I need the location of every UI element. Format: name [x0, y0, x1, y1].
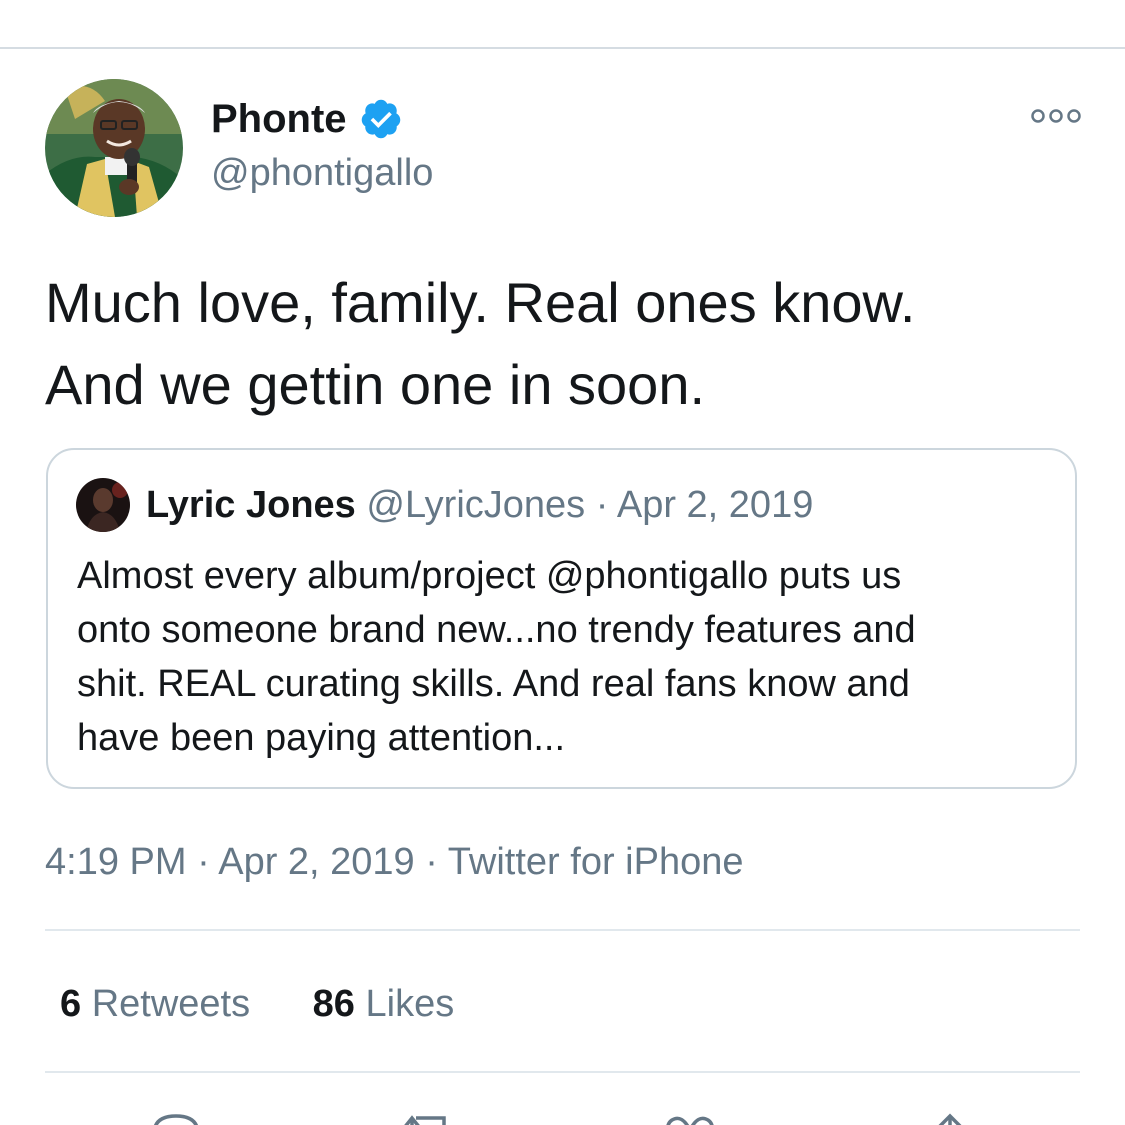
author-name[interactable]: Phonte	[211, 95, 403, 143]
author-display-name: Phonte	[211, 97, 347, 141]
share-icon[interactable]	[920, 1112, 980, 1125]
retweet-icon[interactable]	[398, 1112, 458, 1125]
likes-count: 86	[312, 983, 355, 1025]
author-avatar[interactable]	[45, 79, 183, 217]
tweet-date[interactable]: Apr 2, 2019	[218, 841, 414, 883]
more-options-icon[interactable]	[1030, 104, 1082, 128]
verified-badge-icon	[359, 97, 403, 141]
stats-top-divider	[45, 929, 1080, 931]
stats-bottom-divider	[45, 1071, 1080, 1073]
retweets-label: Retweets	[91, 983, 251, 1025]
tweet-meta: 4:19 PM · Apr 2, 2019 · Twitter for iPho…	[45, 838, 743, 886]
tweet-text-line: Much love, family. Real ones know.	[45, 271, 916, 334]
likes-label: Likes	[365, 983, 455, 1025]
quoted-author-avatar	[76, 478, 130, 532]
author-handle[interactable]: @phontigallo	[211, 150, 433, 196]
retweets-stat[interactable]: 6 Retweets	[60, 980, 250, 1028]
tweet-text-line: And we gettin one in soon.	[45, 353, 706, 416]
quoted-separator: ·	[595, 484, 609, 526]
quoted-text: Almost every album/project @phontigallo …	[77, 549, 916, 765]
quoted-date: Apr 2, 2019	[616, 484, 814, 526]
quoted-text-line: onto someone brand new...no trendy featu…	[77, 609, 916, 651]
reply-icon[interactable]	[146, 1112, 206, 1125]
tweet-time[interactable]: 4:19 PM	[45, 841, 187, 883]
tweet-detail-view: Phonte @phontigallo Much love, family. R…	[0, 0, 1125, 1125]
quoted-tweet-card[interactable]: Lyric Jones @LyricJones · Apr 2, 2019 Al…	[46, 448, 1077, 789]
top-divider	[0, 47, 1125, 49]
quoted-text-line: shit. REAL curating skills. And real fan…	[77, 663, 910, 705]
tweet-stats: 6 Retweets 86 Likes	[60, 980, 454, 1028]
quoted-text-line: Almost every album/project @phontigallo …	[77, 555, 902, 597]
retweets-count: 6	[60, 983, 82, 1025]
tweet-text: Much love, family. Real ones know. And w…	[45, 262, 1085, 426]
heart-icon[interactable]	[660, 1112, 720, 1125]
quoted-display-name: Lyric Jones	[146, 484, 356, 526]
quoted-header: Lyric Jones @LyricJones · Apr 2, 2019	[146, 480, 813, 530]
tweet-action-bar	[0, 1100, 1125, 1125]
meta-separator: ·	[197, 841, 210, 883]
tweet-source[interactable]: Twitter for iPhone	[448, 841, 744, 883]
meta-separator: ·	[425, 841, 438, 883]
likes-stat[interactable]: 86 Likes	[313, 980, 455, 1028]
quoted-text-line: have been paying attention...	[77, 717, 566, 759]
quoted-handle: @LyricJones	[366, 484, 586, 526]
